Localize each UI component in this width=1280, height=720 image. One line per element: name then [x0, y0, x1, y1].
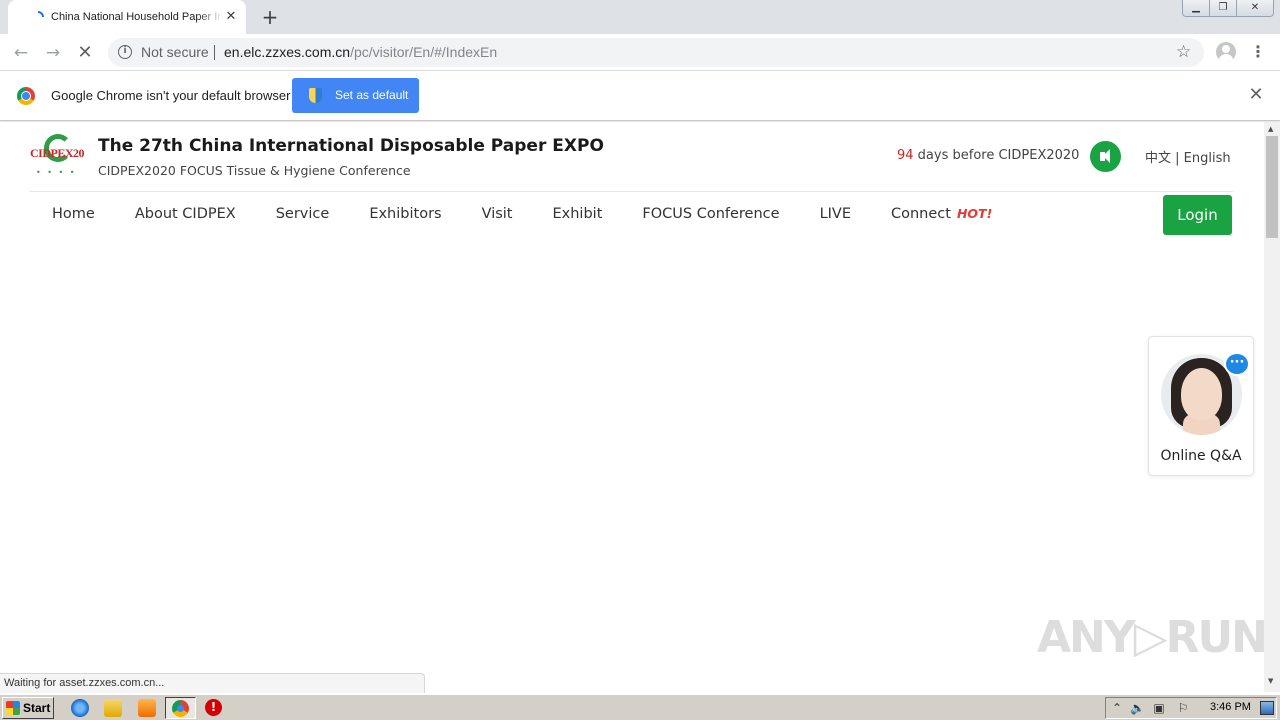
- stop-app-icon[interactable]: [205, 699, 222, 716]
- system-tray: ⌃ 🔈 ▣ ⚐ 3:46 PM: [1105, 697, 1277, 719]
- show-desktop-icon[interactable]: [1260, 701, 1274, 715]
- online-qa-label: Online Q&A: [1160, 448, 1242, 464]
- address-bar[interactable]: i Not secure en.elc.zzxes.com.cn/pc/visi…: [108, 38, 1204, 67]
- nav-visit[interactable]: Visit: [482, 206, 513, 228]
- minimize-window-button[interactable]: ▁: [1182, 0, 1210, 17]
- default-browser-infobar: Google Chrome isn't your default browser…: [0, 71, 1280, 121]
- bookmark-star-icon[interactable]: ☆: [1176, 42, 1191, 62]
- main-nav: Home About CIDPEX Service Exhibitors Vis…: [52, 206, 1032, 228]
- action-center-flag-icon[interactable]: ⚐: [1176, 701, 1190, 715]
- start-label: Start: [23, 701, 51, 715]
- page-scrollbar[interactable]: ▲ ▼: [1264, 122, 1280, 692]
- media-player-icon[interactable]: [138, 699, 156, 717]
- avatar-face: [1181, 368, 1222, 420]
- loading-spinner-icon: [37, 11, 44, 18]
- omnibox-divider: [214, 45, 215, 60]
- chrome-logo-icon: [17, 87, 35, 105]
- logo-text: CIDPEX20: [30, 146, 85, 160]
- new-tab-button[interactable]: +: [260, 7, 280, 27]
- nav-service[interactable]: Service: [276, 206, 330, 228]
- tray-expand-icon[interactable]: ⌃: [1110, 701, 1124, 715]
- speaker-icon[interactable]: [1090, 141, 1121, 172]
- start-button[interactable]: Start: [2, 697, 54, 719]
- internet-explorer-icon[interactable]: [71, 699, 89, 717]
- lang-separator: |: [1171, 151, 1184, 166]
- nav-exhibitors[interactable]: Exhibitors: [369, 206, 441, 228]
- countdown-days: 94: [897, 148, 914, 163]
- security-label[interactable]: Not secure: [141, 44, 209, 60]
- file-explorer-icon[interactable]: [104, 699, 122, 717]
- scroll-down-arrow-icon[interactable]: ▼: [1268, 677, 1273, 685]
- back-arrow-icon[interactable]: ←: [10, 42, 32, 64]
- anyrun-watermark: ANY▷RUN: [1037, 612, 1264, 663]
- tab-active[interactable]: China National Household Paper Industry …: [8, 0, 246, 34]
- login-button[interactable]: Login: [1163, 195, 1232, 235]
- windows-taskbar: Start ⌃ 🔈 ▣ ⚐ 3:46 PM: [0, 694, 1280, 720]
- nav-exhibit[interactable]: Exhibit: [553, 206, 603, 228]
- chat-bubble-icon: ···: [1224, 352, 1250, 376]
- set-as-default-button[interactable]: Set as default: [292, 78, 419, 113]
- kebab-menu-icon[interactable]: ⋮: [1250, 42, 1266, 62]
- status-bubble: Waiting for asset.zzxes.com.cn...: [0, 673, 425, 693]
- page-content: CIDPEX20 • • • • The 27th China Internat…: [0, 122, 1264, 692]
- nav-connect[interactable]: Connect HOT!: [891, 206, 992, 228]
- nav-connect-label: Connect: [891, 206, 951, 222]
- url-host: en.elc.zzxes.com.cn: [224, 44, 351, 60]
- volume-icon[interactable]: 🔈: [1130, 701, 1145, 715]
- header-divider: [30, 191, 1233, 192]
- cidpex-logo[interactable]: CIDPEX20 • • • •: [30, 134, 86, 177]
- hot-badge: HOT!: [956, 206, 993, 221]
- nav-about-cidpex[interactable]: About CIDPEX: [135, 206, 236, 228]
- taskbar-clock[interactable]: 3:46 PM: [1210, 701, 1251, 713]
- logo-dots: • • • •: [36, 168, 77, 177]
- browser-toolbar: ← → ✕ i Not secure en.elc.zzxes.com.cn/p…: [0, 34, 1280, 71]
- url-path: /pc/visitor/En/#/IndexEn: [350, 44, 498, 60]
- online-qa-widget[interactable]: ··· Online Q&A: [1148, 336, 1254, 476]
- nav-live[interactable]: LIVE: [820, 206, 851, 228]
- countdown: 94 days before CIDPEX2020: [897, 148, 1079, 163]
- countdown-text: days before CIDPEX2020: [913, 148, 1080, 163]
- tab-strip: China National Household Paper Industry …: [0, 0, 1280, 34]
- taskbar-chrome-button[interactable]: [165, 697, 196, 719]
- infobar-message: Google Chrome isn't your default browser: [51, 88, 291, 103]
- tab-close-icon[interactable]: ✕: [224, 10, 238, 24]
- scroll-up-arrow-icon[interactable]: ▲: [1268, 125, 1273, 133]
- lang-english-link[interactable]: English: [1184, 151, 1231, 166]
- profile-avatar-icon[interactable]: [1216, 42, 1236, 62]
- set-as-default-label: Set as default: [335, 88, 409, 102]
- stop-loading-icon[interactable]: ✕: [74, 42, 96, 64]
- nav-focus-conference[interactable]: FOCUS Conference: [642, 206, 779, 228]
- nav-home[interactable]: Home: [52, 206, 95, 228]
- lang-chinese-link[interactable]: 中文: [1145, 151, 1171, 166]
- close-window-button[interactable]: ✕: [1236, 0, 1274, 17]
- site-title: The 27th China International Disposable …: [98, 136, 604, 156]
- network-icon[interactable]: ▣: [1152, 701, 1166, 715]
- site-subtitle: CIDPEX2020 FOCUS Tissue & Hygiene Confer…: [98, 163, 411, 178]
- infobar-close-icon[interactable]: ✕: [1248, 86, 1264, 104]
- url-text[interactable]: en.elc.zzxes.com.cn/pc/visitor/En/#/Inde…: [224, 44, 497, 60]
- windows-flag-icon: [6, 701, 20, 715]
- forward-arrow-icon[interactable]: →: [42, 42, 64, 64]
- tab-title: China National Household Paper Industry: [51, 11, 223, 23]
- uac-shield-icon: [309, 88, 322, 103]
- language-switcher: 中文 | English: [1145, 147, 1231, 166]
- restore-window-button[interactable]: ❐: [1209, 0, 1237, 17]
- scroll-thumb[interactable]: [1266, 136, 1278, 238]
- info-icon[interactable]: i: [118, 45, 132, 59]
- chrome-taskbar-icon: [172, 700, 189, 717]
